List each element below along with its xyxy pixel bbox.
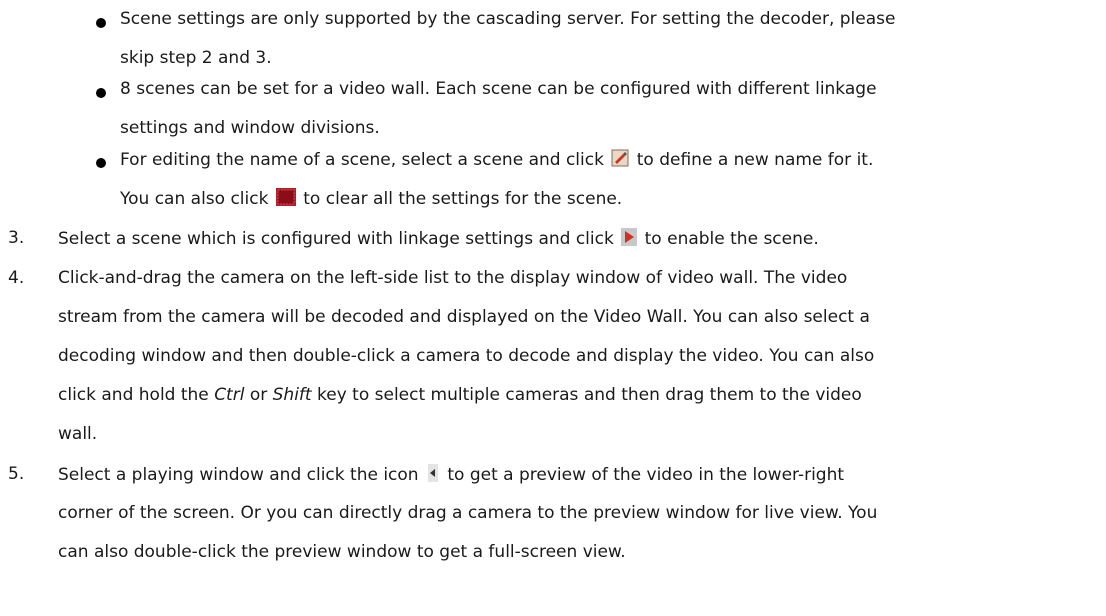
bullet-2-line-2: settings and window divisions. [120,118,380,138]
step-4-line-4: click and hold the Ctrl or Shift key to … [58,385,862,405]
bullet-3-text-c: You can also click [120,189,269,209]
bullet-3-line-1: For editing the name of a scene, select … [120,149,873,172]
step-4-line-2: stream from the camera will be decoded a… [58,307,870,327]
step-4-line-1: Click-and-drag the camera on the left-si… [58,268,848,288]
bullet-2-line-1: 8 scenes can be set for a video wall. Ea… [120,79,877,99]
step-5-line-1: Select a playing window and click the ic… [58,464,844,487]
step-3-text-a: Select a scene which is configured with … [58,229,614,249]
step-4-text-c: key to select multiple cameras and then … [317,385,862,405]
step-5-text-b: to get a preview of the video in the low… [447,465,845,485]
preview-arrow-icon [426,464,440,487]
bullet-3-text-b: to define a new name for it. [636,150,874,170]
bullet-dot [96,18,106,28]
edit-icon [611,149,629,172]
step-4-text-a: click and hold the [58,385,209,405]
step-3-line-1: Select a scene which is configured with … [58,228,819,251]
bullet-dot [96,158,106,168]
clear-icon [275,188,296,211]
ctrl-key: Ctrl [214,385,245,405]
document-page: Scene settings are only supported by the… [0,0,1106,616]
bullet-dot [96,88,106,98]
bullet-3-text-a: For editing the name of a scene, select … [120,150,604,170]
bullet-3-text-d: to clear all the settings for the scene. [303,189,623,209]
step-5-text-a: Select a playing window and click the ic… [58,465,419,485]
bullet-1-line-1: Scene settings are only supported by the… [120,9,896,29]
step-4-text-b: or [249,385,268,405]
step-4-line-3: decoding window and then double-click a … [58,346,875,366]
step-number: 5. [8,464,25,484]
bullet-3-line-2: You can also click to clear all the sett… [120,188,622,211]
step-5-line-2: corner of the screen. Or you can directl… [58,503,878,523]
step-4-line-5: wall. [58,424,98,444]
step-number: 4. [8,268,25,288]
step-5-line-3: can also double-click the preview window… [58,542,626,562]
play-icon [621,228,638,251]
step-number: 3. [8,228,25,248]
bullet-1-line-2: skip step 2 and 3. [120,48,272,68]
step-3-text-b: to enable the scene. [644,229,819,249]
shift-key: Shift [272,385,312,405]
